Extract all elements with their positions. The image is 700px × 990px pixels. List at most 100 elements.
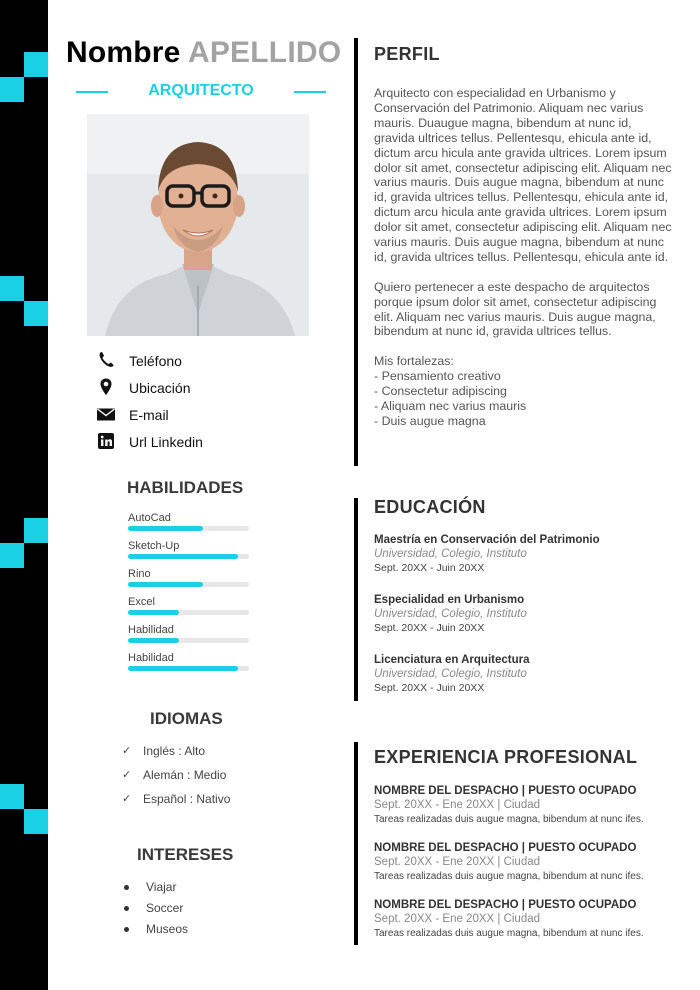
skill-item: Excel [128, 596, 250, 624]
degree-title: Maestría en Conservación del Patrimonio [374, 534, 600, 546]
skill-bar-track [128, 582, 249, 587]
profile-photo [87, 114, 309, 336]
skill-bar-fill [128, 526, 204, 531]
skill-item: Sketch-Up [128, 540, 250, 568]
strengths-label: Mis fortalezas: [374, 354, 454, 369]
first-name: Nombre [66, 36, 181, 69]
skill-bar-track [128, 638, 249, 643]
strength-item: - Pensamiento creativo [374, 369, 501, 384]
strength-item: - Duis augue magna [374, 413, 486, 428]
experience-heading-line: NOMBRE DEL DESPACHO | PUESTO OCUPADO [374, 899, 637, 911]
school-name: Universidad, Colegio, Instituto [374, 548, 527, 560]
phone-icon [99, 352, 114, 367]
skill-name: Habilidad [128, 652, 174, 664]
interest-item: Museos [124, 922, 264, 943]
skill-item: Habilidad [128, 652, 250, 680]
skill-bar-fill [128, 666, 239, 671]
language-item: ✓ Alemán : Medio [122, 768, 282, 792]
decor-square [0, 784, 24, 809]
portrait-illustration [87, 114, 309, 336]
languages-list: ✓ Inglés : Alto ✓ Alemán : Medio ✓ Español … [122, 744, 282, 816]
experience-dates: Sept. 20XX - Ene 20XX | Ciudad [374, 799, 541, 811]
experience-entry: NOMBRE DEL DESPACHO | PUESTO OCUPADO Sep… [374, 899, 674, 939]
contact-linkedin: Url Linkedin [96, 431, 326, 458]
skill-bar-track [128, 666, 249, 671]
profile-paragraph: Arquitecto con especialidad en Urbanismo… [374, 86, 672, 264]
check-icon: ✓ [122, 793, 132, 805]
bullet-icon [124, 927, 129, 932]
interest-item: Viajar [124, 880, 264, 901]
strength-item: - Consectetur adipiscing [374, 384, 507, 399]
contact-email: E-mail [96, 404, 326, 431]
skills-list: AutoCad Sketch-Up Rino Excel Habilidad H… [128, 512, 250, 680]
interests-list: Viajar Soccer Museos [124, 880, 264, 943]
contact-list: Teléfono Ubicación E-mail Url Linkedin [96, 350, 326, 458]
linkedin-icon [98, 433, 114, 449]
education-entry: Maestría en Conservación del Patrimonio … [374, 534, 674, 574]
experience-heading-line: NOMBRE DEL DESPACHO | PUESTO OCUPADO [374, 842, 637, 854]
language-text: Alemán : Medio [143, 768, 227, 782]
skill-item: Rino [128, 568, 250, 596]
skill-bar-fill [128, 638, 179, 643]
profile-heading: PERFIL [374, 44, 440, 64]
interest-text: Museos [146, 922, 189, 936]
contact-label: E-mail [129, 407, 169, 423]
interest-text: Soccer [146, 901, 184, 915]
title-divider-right [294, 91, 326, 93]
skill-bar-track [128, 554, 249, 559]
education-entry: Especialidad en Urbanismo Universidad, C… [374, 594, 674, 634]
skill-bar-track [128, 526, 249, 531]
languages-heading: IDIOMAS [150, 709, 223, 728]
interest-item: Soccer [124, 901, 264, 922]
last-name: APELLIDO [187, 36, 342, 69]
skill-name: Habilidad [128, 624, 174, 636]
degree-title: Licenciatura en Arquitectura [374, 654, 530, 666]
section-divider-bar [354, 742, 358, 945]
left-decorative-stripe [0, 0, 48, 990]
school-name: Universidad, Colegio, Instituto [374, 668, 527, 680]
skill-bar-fill [128, 554, 239, 559]
skill-name: Rino [128, 568, 151, 580]
experience-dates: Sept. 20XX - Ene 20XX | Ciudad [374, 856, 541, 868]
job-title-row: ARQUITECTO [76, 80, 326, 104]
education-dates: Sept. 20XX - Juin 20XX [374, 622, 485, 634]
language-text: Español : Nativo [143, 792, 231, 806]
language-text: Inglés : Alto [143, 744, 206, 758]
section-divider-bar [354, 498, 358, 701]
section-divider-bar [354, 38, 358, 466]
contact-location: Ubicación [96, 377, 326, 404]
profile-text: Arquitecto con especialidad en Urbanismo… [374, 86, 674, 429]
skill-item: AutoCad [128, 512, 250, 540]
check-icon: ✓ [122, 745, 132, 757]
strength-item: - Aliquam nec varius mauris [374, 399, 527, 413]
profile-paragraph: Quiero pertenecer a este despacho de arq… [374, 279, 657, 339]
education-dates: Sept. 20XX - Juin 20XX [374, 562, 485, 574]
skill-name: Sketch-Up [128, 540, 180, 552]
job-title: ARQUITECTO [148, 82, 254, 99]
skill-bar-fill [128, 610, 179, 615]
skill-bar-track [128, 610, 249, 615]
education-heading: EDUCACIÓN [374, 497, 486, 517]
contact-label: Url Linkedin [129, 434, 203, 450]
school-name: Universidad, Colegio, Instituto [374, 608, 527, 620]
location-pin-icon [100, 378, 112, 395]
decor-square [24, 52, 48, 77]
decor-square [0, 77, 24, 102]
experience-description: Tareas realizadas duis augue magna, bibe… [374, 928, 644, 939]
email-icon [97, 408, 115, 421]
skill-item: Habilidad [128, 624, 250, 652]
education-entry: Licenciatura en Arquitectura Universidad… [374, 654, 674, 694]
skill-name: AutoCad [128, 512, 171, 524]
skills-heading: HABILIDADES [127, 478, 244, 497]
experience-dates: Sept. 20XX - Ene 20XX | Ciudad [374, 913, 541, 925]
skill-name: Excel [128, 596, 155, 608]
decor-square [24, 518, 48, 543]
decor-square [24, 809, 48, 834]
decor-square [24, 301, 48, 326]
candidate-name: Nombre APELLIDO [66, 36, 346, 70]
experience-description: Tareas realizadas duis augue magna, bibe… [374, 871, 644, 882]
experience-entry: NOMBRE DEL DESPACHO | PUESTO OCUPADO Sep… [374, 842, 674, 882]
experience-heading: EXPERIENCIA PROFESIONAL [374, 747, 638, 767]
degree-title: Especialidad en Urbanismo [374, 594, 525, 606]
language-item: ✓ Inglés : Alto [122, 744, 282, 768]
